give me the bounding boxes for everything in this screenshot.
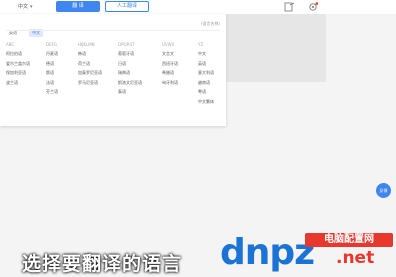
column-heading: YZ xyxy=(198,42,204,47)
language-option[interactable]: 英语 xyxy=(198,59,238,69)
language-option[interactable]: 匈牙利语 xyxy=(162,78,202,88)
language-tabs: 英语 中文 xyxy=(6,19,47,37)
language-option[interactable]: 粤语 xyxy=(198,87,238,97)
language-option[interactable]: 中文繁体 xyxy=(198,97,238,107)
watermark-suffix: .net xyxy=(336,248,375,268)
language-option[interactable]: 斯洛文尼亚语 xyxy=(118,78,158,88)
language-option[interactable]: 荷兰语 xyxy=(78,59,118,69)
language-option[interactable]: 希腊语 xyxy=(162,68,202,78)
top-toolbar: 中文 ▾ 翻 译 人工翻译 xyxy=(0,0,396,14)
column-heading: UVWX xyxy=(162,42,175,47)
human-translate-button[interactable]: 人工翻译 xyxy=(105,1,149,12)
watermark-logo: dnpz 电脑配置网 .net xyxy=(220,226,396,277)
language-column: ABC 阿拉伯语 爱尔兰盖尔语 保加利亚语 波兰语 xyxy=(6,42,46,87)
language-option[interactable]: 葡萄牙语 xyxy=(118,49,158,59)
language-option[interactable]: 波兰语 xyxy=(6,78,46,88)
language-option[interactable]: 保加利亚语 xyxy=(6,68,46,78)
panel-note: (语言名称) xyxy=(200,21,220,26)
language-option[interactable]: 阿拉伯语 xyxy=(6,49,46,59)
language-option[interactable]: 韩语 xyxy=(78,49,118,59)
language-option[interactable]: 爱尔兰盖尔语 xyxy=(6,59,46,69)
language-option[interactable]: 加泰罗尼亚语 xyxy=(78,68,118,78)
settings-gear-icon[interactable] xyxy=(308,2,319,12)
language-option[interactable]: 中文 xyxy=(198,49,238,59)
watermark-main-text: dnpz xyxy=(220,232,315,273)
language-option[interactable]: 瑞典语 xyxy=(118,68,158,78)
column-heading: OPQRST xyxy=(118,42,135,47)
language-option[interactable]: 芬兰语 xyxy=(46,87,86,97)
language-option[interactable]: 日语 xyxy=(118,59,158,69)
column-heading: ABC xyxy=(6,42,15,47)
language-select-panel: 英语 中文 (语言名称) ABC 阿拉伯语 爱尔兰盖尔语 保加利亚语 波兰语 D… xyxy=(0,14,226,126)
language-column: OPQRST 葡萄牙语 日语 瑞典语 斯洛文尼亚语 泰语 xyxy=(118,42,158,97)
video-subtitle: 选择要翻译的语言 xyxy=(22,253,183,275)
source-language-label: 中文 xyxy=(18,4,29,10)
watermark-tag: 电脑配置网 xyxy=(305,233,393,247)
language-option[interactable]: 罗马尼亚语 xyxy=(78,78,118,88)
language-option[interactable]: 越南语 xyxy=(198,78,238,88)
language-column: YZ 中文 英语 意大利语 越南语 粤语 中文繁体 xyxy=(198,42,238,106)
language-column: HIJKLMN 韩语 荷兰语 加泰罗尼亚语 罗马尼亚语 xyxy=(78,42,118,87)
language-option[interactable]: 泰语 xyxy=(118,87,158,97)
chevron-down-icon: ▾ xyxy=(30,4,33,10)
language-option[interactable]: 意大利语 xyxy=(198,68,238,78)
document-icon[interactable] xyxy=(284,2,295,12)
language-option[interactable]: 西班牙语 xyxy=(162,59,202,69)
divider xyxy=(6,30,220,31)
column-heading: HIJKLMN xyxy=(78,42,95,47)
translate-button[interactable]: 翻 译 xyxy=(56,1,100,12)
language-column: UVWX 文言文 西班牙语 希腊语 匈牙利语 xyxy=(162,42,202,87)
language-option[interactable]: 文言文 xyxy=(162,49,202,59)
feedback-float-button[interactable]: 反馈 xyxy=(376,183,391,198)
translation-output-area xyxy=(224,14,326,82)
source-language-select[interactable]: 中文 ▾ xyxy=(18,2,44,12)
